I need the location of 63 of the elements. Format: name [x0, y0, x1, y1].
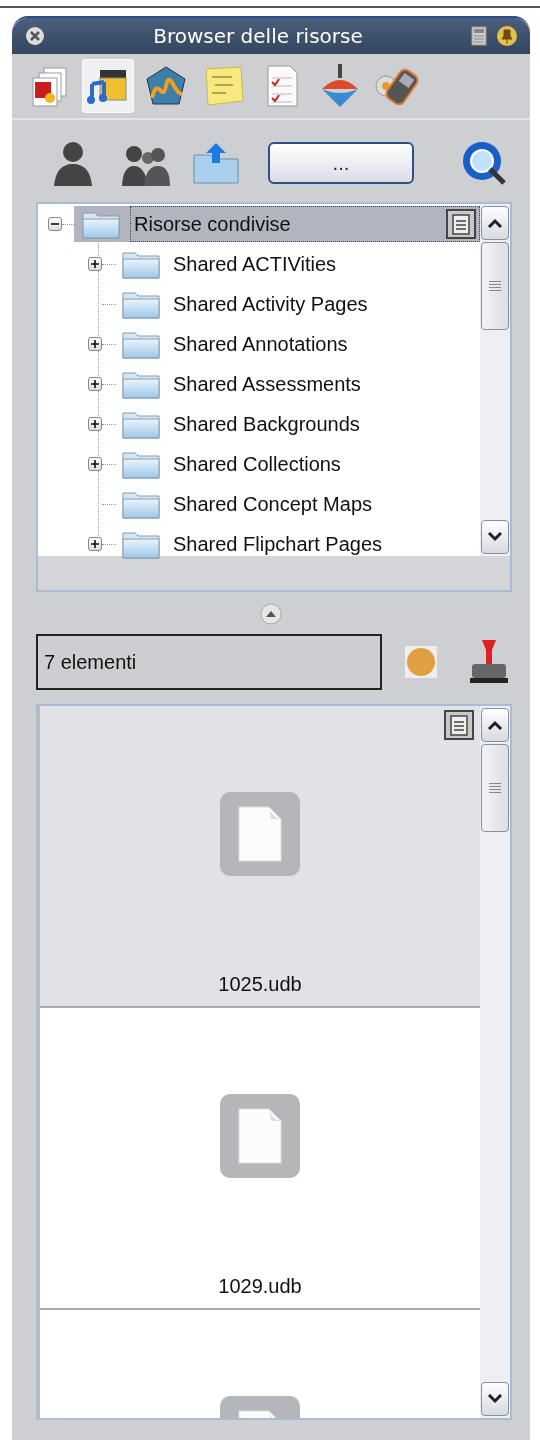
- upload-folder-icon[interactable]: [192, 141, 240, 185]
- close-icon[interactable]: [24, 25, 46, 47]
- file-name: 1025.udb: [218, 973, 302, 996]
- tree-item[interactable]: Shared Concept Maps: [170, 490, 375, 518]
- browse-button[interactable]: ...: [268, 142, 414, 184]
- plus-icon: [90, 259, 100, 269]
- file-name: 1029.udb: [218, 1275, 302, 1298]
- plus-icon: [90, 339, 100, 349]
- tree-item[interactable]: Shared Collections: [170, 450, 344, 478]
- chevron-down-icon: [487, 1394, 503, 1404]
- item-count-field: 7 elementi: [36, 634, 382, 690]
- shapes-icon: [144, 64, 188, 108]
- file-item[interactable]: 1025.udb: [40, 706, 480, 1008]
- scroll-down-button[interactable]: [481, 1382, 509, 1416]
- expand-toggle[interactable]: [88, 537, 102, 551]
- expand-toggle[interactable]: [88, 377, 102, 391]
- tree-item[interactable]: Shared Backgrounds: [170, 410, 363, 438]
- plus-icon: [90, 379, 100, 389]
- pages-icon: [30, 64, 70, 108]
- plus-icon: [90, 419, 100, 429]
- chevron-down-icon: [487, 532, 503, 542]
- list-view-icon[interactable]: [446, 209, 476, 239]
- plus-icon: [90, 539, 100, 549]
- expand-toggle[interactable]: [88, 257, 102, 271]
- chevron-up-icon: [487, 218, 503, 228]
- folder-icon: [82, 209, 120, 239]
- sticky-note-icon: [203, 65, 245, 107]
- toolbar-tab[interactable]: [82, 59, 134, 113]
- tree-item[interactable]: Shared Activity Pages: [170, 290, 371, 318]
- scrollbar-thumb[interactable]: [481, 242, 509, 330]
- search-icon[interactable]: [460, 139, 508, 187]
- scrollbar-thumb[interactable]: [481, 744, 509, 832]
- stamp-icon[interactable]: [468, 638, 510, 686]
- collapse-toggle[interactable]: [48, 217, 62, 231]
- folder-icon: [122, 329, 160, 359]
- plus-icon: [90, 459, 100, 469]
- expand-toggle[interactable]: [88, 457, 102, 471]
- folder-icon: [122, 489, 160, 519]
- folder-icon: [122, 409, 160, 439]
- tree-item[interactable]: Risorse condivise: [74, 206, 480, 242]
- document-icon: [220, 1094, 300, 1178]
- calculator-icon[interactable]: [470, 25, 488, 47]
- tree-item[interactable]: Shared Annotations: [170, 330, 351, 358]
- document-icon: [220, 792, 300, 876]
- expand-toggle[interactable]: [88, 417, 102, 431]
- chevron-up-icon: [487, 720, 503, 730]
- window-title: Browser delle risorse: [152, 24, 364, 48]
- folder-icon: [122, 529, 160, 559]
- folder-icon: [122, 449, 160, 479]
- folder-icon: [122, 289, 160, 319]
- list-view-icon[interactable]: [444, 710, 474, 740]
- scroll-down-button[interactable]: [481, 520, 509, 554]
- pin-icon[interactable]: [496, 25, 518, 47]
- collapse-panel-button[interactable]: [259, 602, 283, 626]
- folder-icon: [122, 369, 160, 399]
- checklist-icon: [264, 64, 300, 108]
- tree-item[interactable]: Shared ACTIVities: [170, 250, 340, 278]
- folder-icon: [122, 249, 160, 279]
- expand-toggle[interactable]: [88, 337, 102, 351]
- tree-item[interactable]: Shared Assessments: [170, 370, 364, 398]
- scroll-up-button[interactable]: [481, 708, 509, 742]
- tree-item[interactable]: Shared Flipchart Pages: [170, 530, 385, 558]
- scroll-up-button[interactable]: [481, 206, 509, 240]
